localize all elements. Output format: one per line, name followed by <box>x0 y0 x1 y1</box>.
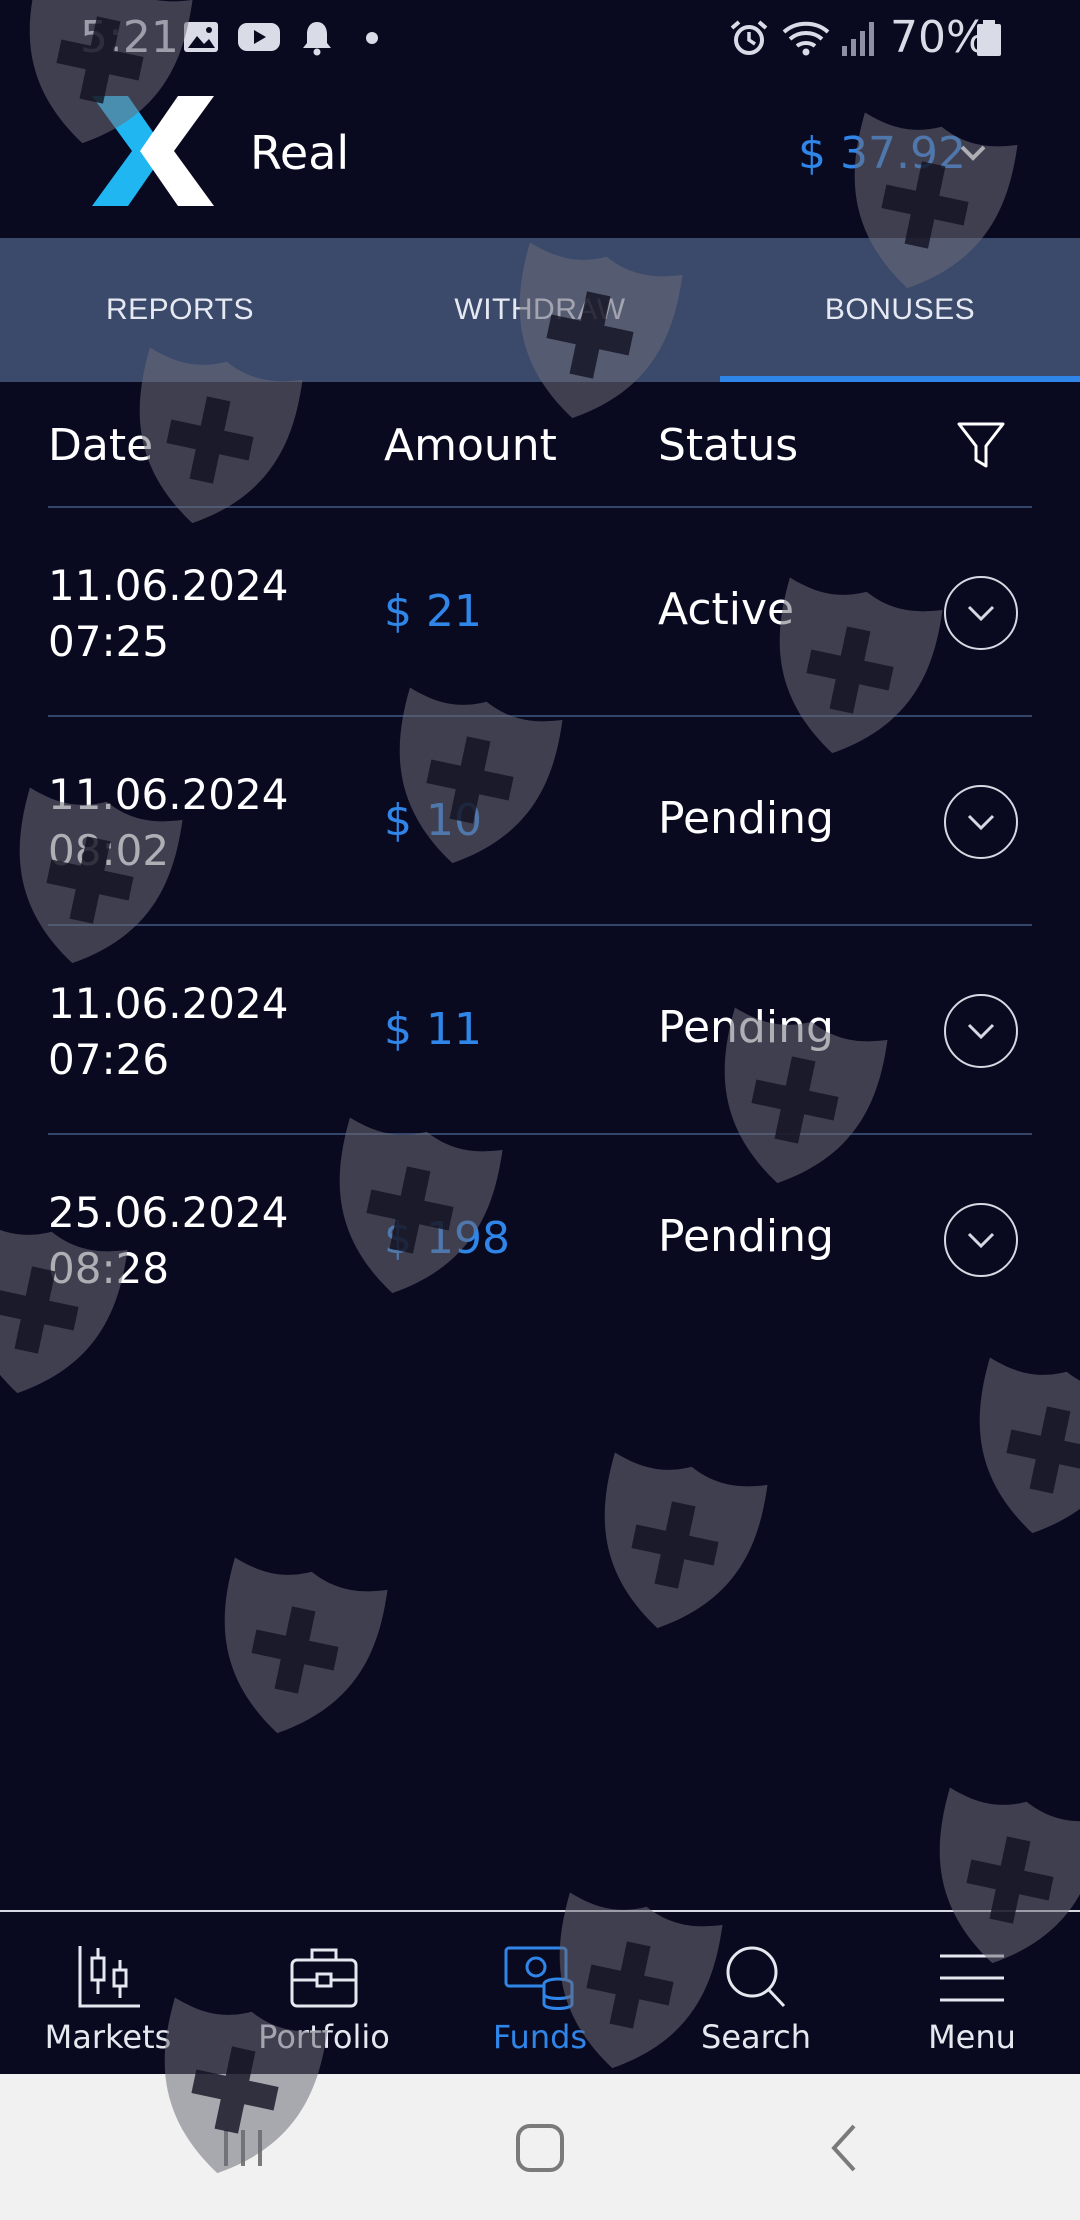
wifi-icon <box>782 21 830 56</box>
signal-icon <box>842 22 874 56</box>
youtube-icon <box>238 23 280 51</box>
row-date: 11.06.2024 <box>48 770 289 819</box>
nav-label: Funds <box>492 2018 588 2056</box>
row-amount: $ 10 <box>384 795 482 846</box>
nav-portfolio[interactable]: Portfolio <box>216 1912 432 2076</box>
table-row[interactable]: 11.06.2024 07:26 $ 11 Pending <box>48 926 1032 1135</box>
tab-withdraw[interactable]: WITHDRAW <box>360 238 720 382</box>
expand-row-button[interactable] <box>944 1203 1018 1277</box>
row-status: Pending <box>658 1211 834 1262</box>
expand-row-button[interactable] <box>944 994 1018 1068</box>
account-balance[interactable]: $ 37.92 <box>798 128 966 179</box>
chevron-down-icon <box>967 1232 995 1249</box>
row-amount: $ 198 <box>384 1213 510 1264</box>
notification-bell-icon <box>303 22 331 56</box>
alarm-icon <box>730 20 768 55</box>
nav-funds[interactable]: Funds <box>432 1912 648 2076</box>
nav-label: Portfolio <box>258 2018 390 2056</box>
filter-icon[interactable] <box>956 420 1006 470</box>
nav-menu[interactable]: Menu <box>864 1912 1080 2076</box>
tab-bonuses[interactable]: BONUSES <box>720 238 1080 382</box>
row-date: 11.06.2024 <box>48 979 289 1028</box>
image-icon <box>184 22 218 52</box>
chevron-down-icon <box>967 605 995 622</box>
table-row[interactable]: 11.06.2024 07:25 $ 21 Active <box>48 508 1032 717</box>
search-icon <box>726 1946 786 2008</box>
row-datetime: 11.06.2024 07:26 <box>48 976 288 1088</box>
screen: 5:21 70% Real $ 37.92 REPORTS WITHDRAW B… <box>0 0 1080 2220</box>
chevron-down-icon <box>967 1023 995 1040</box>
dot-icon <box>366 32 378 44</box>
row-datetime: 25.06.2024 08:28 <box>48 1185 288 1297</box>
nav-search[interactable]: Search <box>648 1912 864 2076</box>
candlestick-chart-icon <box>78 1946 140 2008</box>
back-icon[interactable] <box>822 2120 868 2176</box>
expand-row-button[interactable] <box>944 785 1018 859</box>
home-icon[interactable] <box>512 2120 568 2176</box>
system-navigation-bar <box>0 2074 1080 2220</box>
battery-icon <box>977 20 1001 56</box>
app-logo-icon <box>92 96 214 206</box>
nav-markets[interactable]: Markets <box>0 1912 216 2076</box>
row-datetime: 11.06.2024 08:02 <box>48 767 288 879</box>
column-header-amount: Amount <box>384 420 557 471</box>
row-time: 08:28 <box>48 1244 170 1293</box>
status-bar: 5:21 70% <box>0 0 1080 76</box>
row-status: Active <box>658 584 795 635</box>
hamburger-menu-icon <box>940 1954 1004 2002</box>
column-header-date: Date <box>48 420 154 471</box>
row-time: 07:25 <box>48 617 170 666</box>
row-date: 11.06.2024 <box>48 561 289 610</box>
nav-label: Search <box>701 2018 811 2056</box>
table-header: Date Amount Status <box>48 382 1032 508</box>
recent-apps-icon[interactable] <box>218 2120 268 2176</box>
briefcase-icon <box>290 1948 358 2008</box>
watermark-shield-icon <box>955 1355 1080 1550</box>
nav-label: Menu <box>928 2018 1016 2056</box>
chevron-down-icon[interactable] <box>956 138 990 168</box>
row-status: Pending <box>658 793 834 844</box>
column-header-status: Status <box>658 420 799 471</box>
watermark-shield-icon <box>200 1555 389 1750</box>
watermark-shield-icon <box>580 1450 769 1645</box>
money-stack-icon <box>504 1946 574 2010</box>
app-header: Real $ 37.92 <box>0 76 1080 238</box>
row-amount: $ 21 <box>384 586 482 637</box>
chevron-down-icon <box>967 814 995 831</box>
table-row[interactable]: 11.06.2024 08:02 $ 10 Pending <box>48 717 1032 926</box>
row-time: 08:02 <box>48 826 170 875</box>
account-type-label[interactable]: Real <box>250 126 349 180</box>
row-datetime: 11.06.2024 07:25 <box>48 558 288 670</box>
nav-label: Markets <box>44 2018 172 2056</box>
row-time: 07:26 <box>48 1035 170 1084</box>
row-date: 25.06.2024 <box>48 1188 289 1237</box>
status-time: 5:21 <box>80 12 179 63</box>
row-amount: $ 11 <box>384 1004 482 1055</box>
expand-row-button[interactable] <box>944 576 1018 650</box>
bonuses-table: Date Amount Status 11.06.2024 07:25 $ 21… <box>48 382 1032 1342</box>
row-status: Pending <box>658 1002 834 1053</box>
bottom-navigation: Markets Portfolio Funds Search Menu <box>0 1910 1080 2076</box>
tab-reports[interactable]: REPORTS <box>0 238 360 382</box>
table-row[interactable]: 25.06.2024 08:28 $ 198 Pending <box>48 1135 1032 1342</box>
funds-tabs: REPORTS WITHDRAW BONUSES <box>0 238 1080 382</box>
